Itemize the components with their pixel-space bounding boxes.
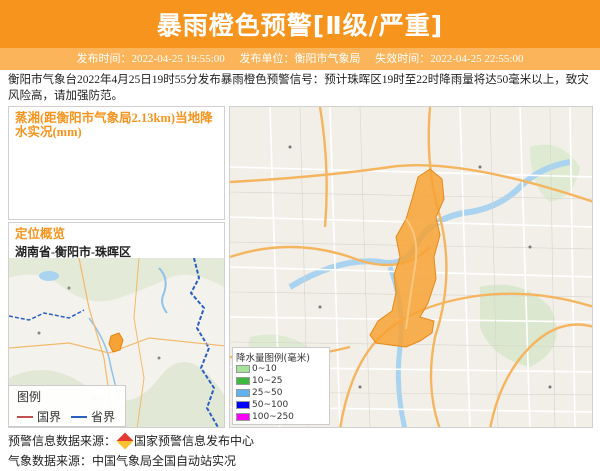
rainfall-legend-title: 降水量图例(毫米): [236, 353, 310, 364]
rainfall-range-label: 25~50: [252, 388, 283, 398]
rainfall-legend-item: 50~100: [236, 400, 288, 410]
rainfall-swatch: [236, 377, 250, 385]
rainfall-legend: 降水量图例(毫米) 0~10 10~25 25~50 50~100 100~25…: [232, 347, 330, 425]
provincial-border-label: 省界: [91, 410, 116, 424]
rainfall-swatch: [236, 389, 250, 397]
rainfall-legend-item: 100~250: [236, 412, 294, 422]
rainfall-range-label: 50~100: [252, 400, 289, 410]
rain-observation-panel: 蒸湘(距衡阳市气象局2.13km)当地降水实况(mm): [8, 106, 225, 220]
rainfall-legend-item: 0~10: [236, 364, 277, 374]
rainfall-legend-item: 25~50: [236, 388, 282, 398]
rainfall-legend-item: 10~25: [236, 376, 282, 386]
provincial-border-swatch: [71, 415, 87, 418]
rainfall-range-label: 10~25: [252, 376, 283, 386]
rainfall-swatch: [236, 401, 250, 409]
rain-panel-title: 蒸湘(距衡阳市气象局2.13km)当地降水实况(mm): [15, 111, 213, 139]
national-border-legend-item: 国界: [17, 408, 61, 425]
national-border-label: 国界: [37, 410, 62, 424]
national-border-swatch: [17, 415, 33, 418]
warning-source-name[interactable]: 国家预警信息发布中心: [134, 432, 254, 449]
publisher: 发布单位：衡阳市气象局: [239, 53, 361, 65]
warning-description: 衡阳市气象台2022年4月25日19时55分发布暴雨橙色预警信号：预计珠晖区19…: [8, 74, 589, 102]
warning-meta-bar: 发布时间：2022-04-25 19:55:00 发布单位：衡阳市气象局 失效时…: [0, 48, 600, 70]
rainfall-range-label: 0~10: [252, 364, 277, 374]
weather-source-label: 气象数据来源：: [8, 454, 93, 468]
location-panel-title: 定位概览: [15, 227, 66, 241]
provincial-border-legend-item: 省界: [71, 408, 115, 425]
publish-time: 发布时间：2022-04-25 19:55:00: [76, 53, 225, 65]
rainfall-swatch: [236, 413, 250, 421]
warning-title: 暴雨橙色预警[Ⅱ级/严重]: [156, 11, 444, 40]
rainfall-range-label: 100~250: [252, 412, 294, 422]
border-legend-title: 图例: [17, 390, 42, 404]
warning-source-label: 预警信息数据来源：: [8, 434, 117, 448]
warning-source-line: 预警信息数据来源： 国家预警信息发布中心: [8, 432, 254, 449]
border-legend: 图例 国界 省界: [8, 385, 126, 427]
rainfall-swatch: [236, 365, 250, 373]
warning-header: 暴雨橙色预警[Ⅱ级/严重]: [0, 0, 600, 48]
weather-source-name: 中国气象局全国自动站实况: [92, 454, 237, 468]
warning-center-logo-icon: [116, 432, 134, 449]
weather-source-line: 气象数据来源： 中国气象局全国自动站实况: [8, 452, 236, 469]
expire-time: 失效时间：2022-04-25 22:55:00: [375, 53, 524, 65]
